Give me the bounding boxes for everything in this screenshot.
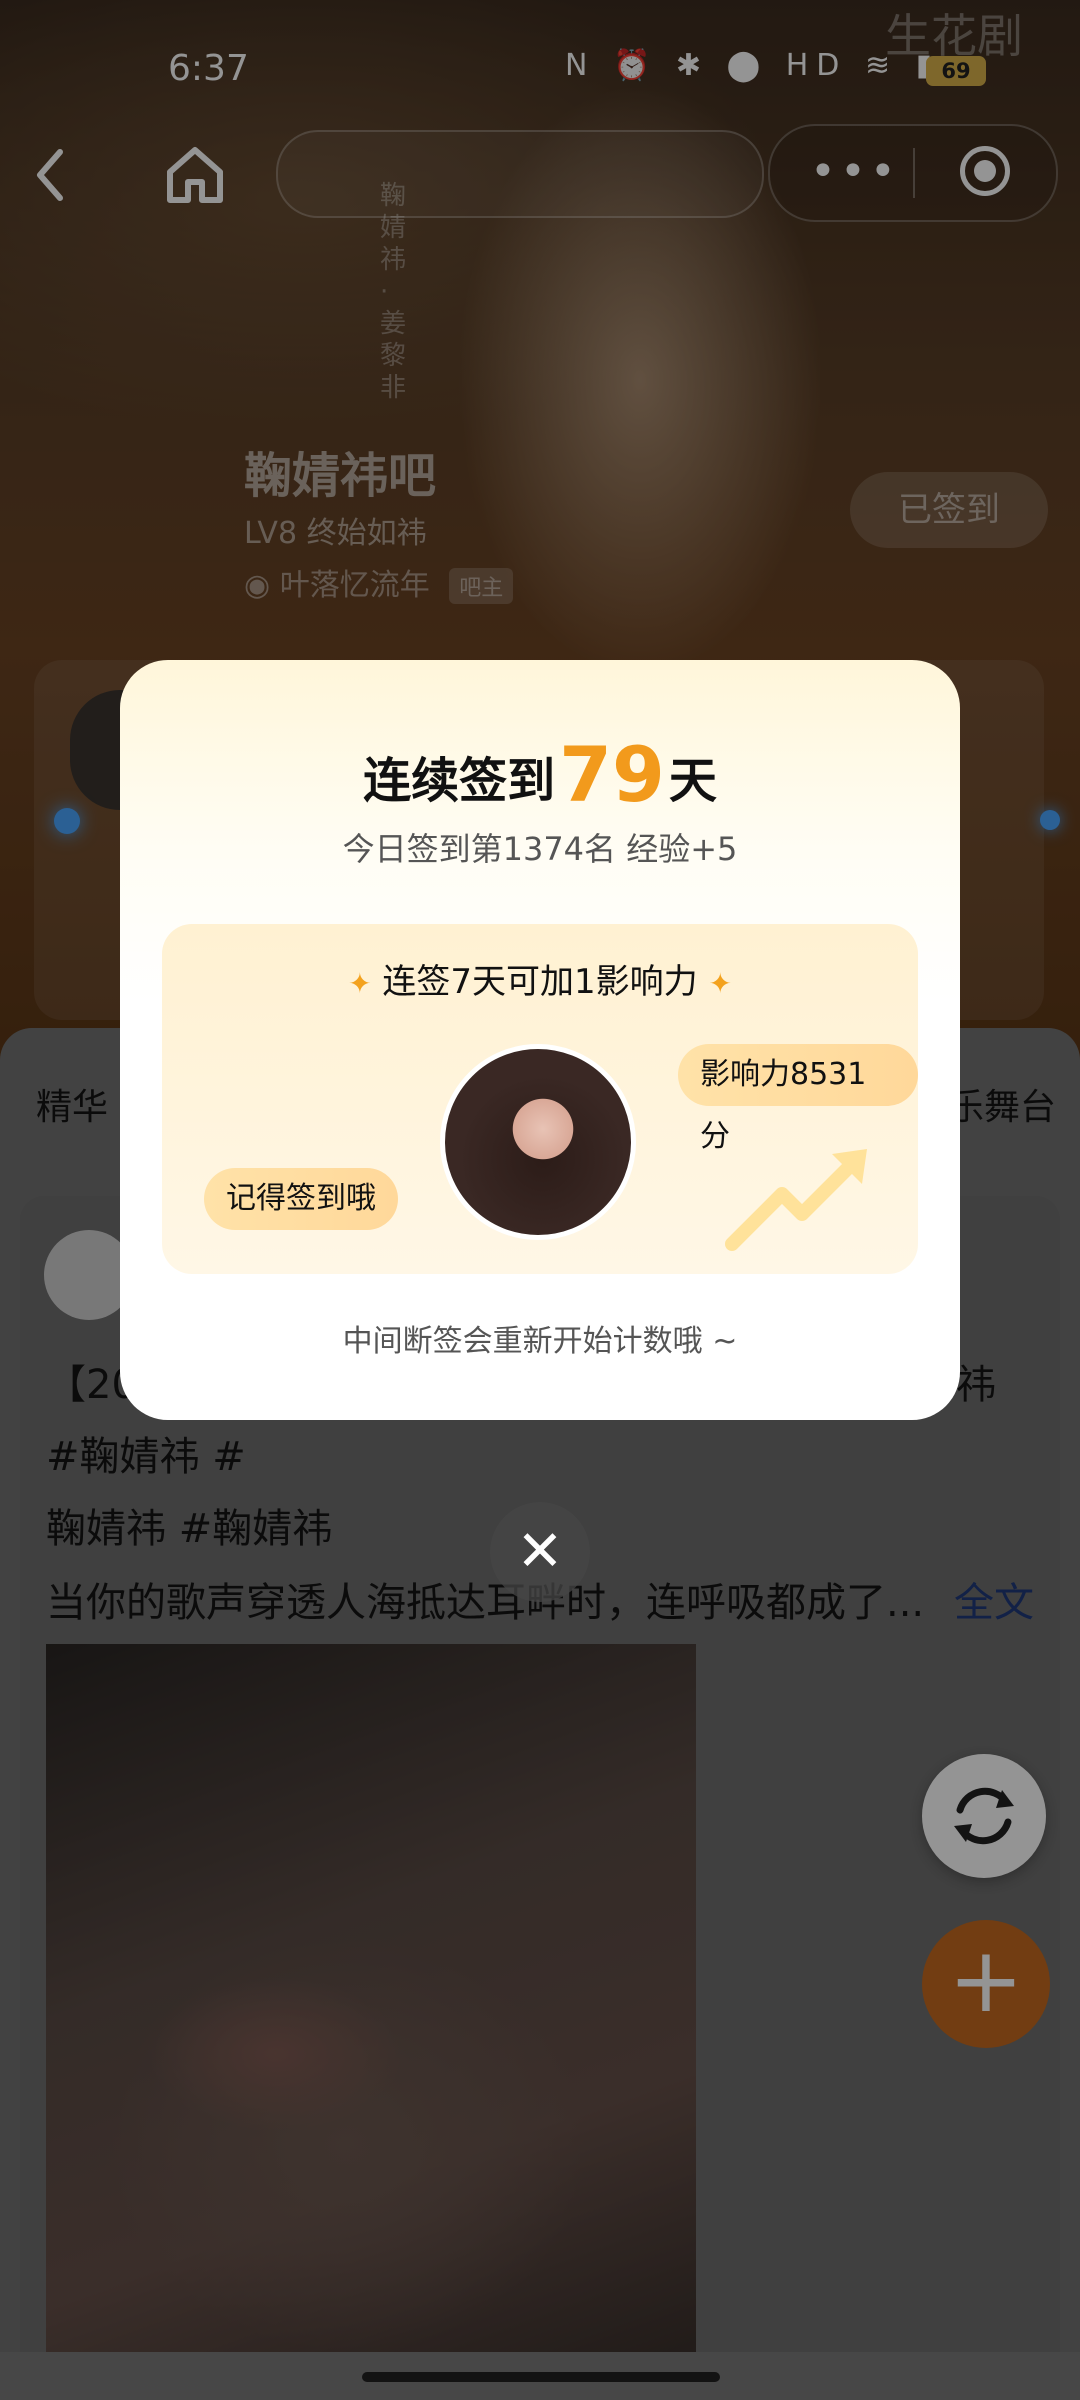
streak-title: 连续签到79天 [120,730,960,819]
modal-note: 中间断签会重新开始计数哦 ~ [342,1324,738,1359]
reward-title-text: 连签7天可加1影响力 [382,962,698,1002]
streak-days: 79 [559,730,665,819]
reward-title: ✦ 连签7天可加1影响力 ✦ [162,954,918,1003]
close-icon: ✕ [516,1519,564,1584]
streak-title-prefix: 连续签到 [363,753,556,809]
close-modal-button[interactable]: ✕ [490,1502,590,1602]
streak-title-suffix: 天 [668,753,717,809]
reward-box: ✦ 连签7天可加1影响力 ✦ 记得签到哦 影响力8531分 [162,924,918,1274]
trend-arrow-icon [725,1149,867,1251]
sparkle-icon: ✦ [708,967,732,1000]
influence-bubble: 影响力8531分 [678,1044,918,1154]
remind-bubble: 记得签到哦 [204,1168,398,1230]
checkin-modal: 连续签到79天 今日签到第1374名 经验+5 ✦ 连签7天可加1影响力 ✦ 记… [120,660,960,1420]
user-avatar [440,1044,636,1240]
checkin-rank: 今日签到第1374名 经验+5 [342,830,738,868]
sparkle-icon: ✦ [348,967,372,1000]
